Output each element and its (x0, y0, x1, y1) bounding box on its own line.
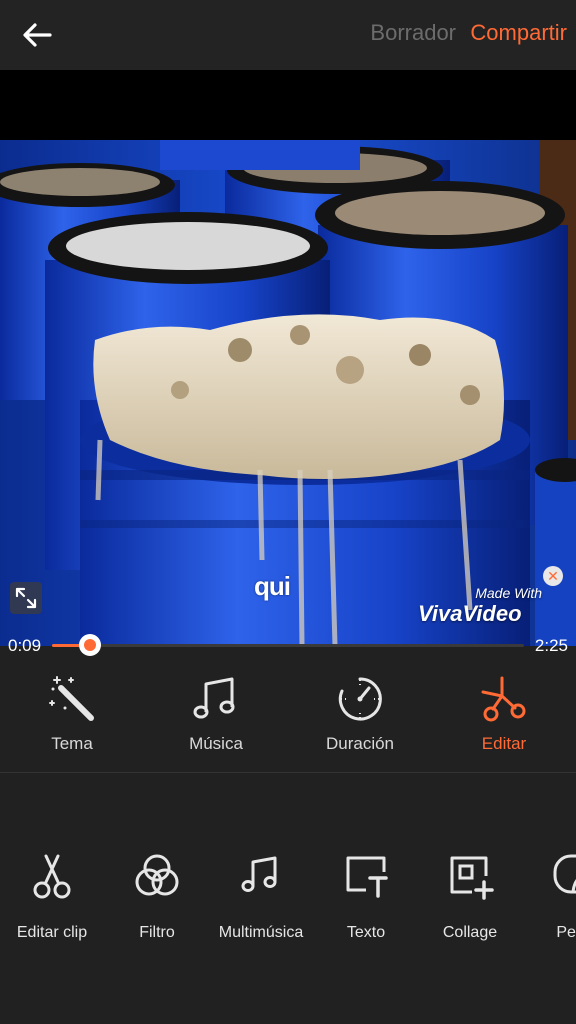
fullscreen-button[interactable] (10, 582, 42, 614)
video-editor-screen: Borrador Compartir qui Made With VivaVid… (0, 0, 576, 1024)
close-icon: ✕ (547, 568, 559, 584)
scissors-icon (481, 676, 526, 722)
tab-label: Música (189, 734, 243, 753)
tab-label: Duración (325, 734, 395, 753)
collage-add-icon (450, 856, 494, 900)
tab-label: Tema (51, 734, 93, 753)
magic-wand-icon (49, 676, 94, 721)
text-frame-icon (346, 856, 388, 898)
watermark: Made With VivaVideo (418, 585, 548, 631)
timeline-scrubber[interactable] (78, 634, 101, 656)
video-caption-text: qui (254, 571, 291, 601)
tab-editar[interactable]: Editar (432, 668, 576, 772)
tool-texto[interactable]: Texto (314, 840, 418, 950)
share-button[interactable]: Compartir (470, 20, 567, 46)
tool-label: Pega (556, 924, 576, 941)
top-bar: Borrador Compartir (0, 0, 576, 70)
tool-collage[interactable]: Collage (418, 840, 522, 950)
tab-duracion[interactable]: Duración (288, 668, 432, 772)
filter-circles-icon (135, 854, 179, 896)
watermark-made-with: Made With (475, 585, 542, 601)
tab-label: Editar (481, 734, 527, 753)
tab-tema[interactable]: Tema (0, 668, 144, 772)
back-button[interactable] (18, 18, 56, 52)
tool-multimusica[interactable]: Multimúsica (209, 840, 313, 950)
tool-editar-clip[interactable]: Editar clip (0, 840, 104, 950)
divider (0, 772, 576, 773)
arrow-left-icon (23, 23, 52, 47)
total-time: 2:25 (534, 636, 568, 655)
music-note-icon (193, 677, 235, 719)
watermark-close-button[interactable]: ✕ (543, 566, 563, 586)
current-time: 0:09 (8, 636, 42, 655)
tool-filtro[interactable]: Filtro (105, 840, 209, 950)
expand-icon (15, 587, 37, 609)
music-note-icon (241, 856, 277, 892)
timeline-track[interactable] (52, 644, 524, 647)
tool-pega[interactable]: Pega (523, 840, 576, 950)
watermark-brand: VivaVideo (418, 601, 522, 626)
edit-tools-row: Editar clip Filtro Multimúsica Texto Col… (0, 840, 576, 950)
tab-musica[interactable]: Música (144, 668, 288, 772)
draft-button[interactable]: Borrador (370, 20, 456, 46)
scissors-icon (33, 854, 71, 899)
main-tabs: Tema Música Duración Editar (0, 668, 576, 772)
sticker-icon (553, 854, 576, 894)
video-preview-area[interactable]: qui Made With VivaVideo ✕ (0, 70, 576, 646)
timer-icon (338, 677, 382, 721)
